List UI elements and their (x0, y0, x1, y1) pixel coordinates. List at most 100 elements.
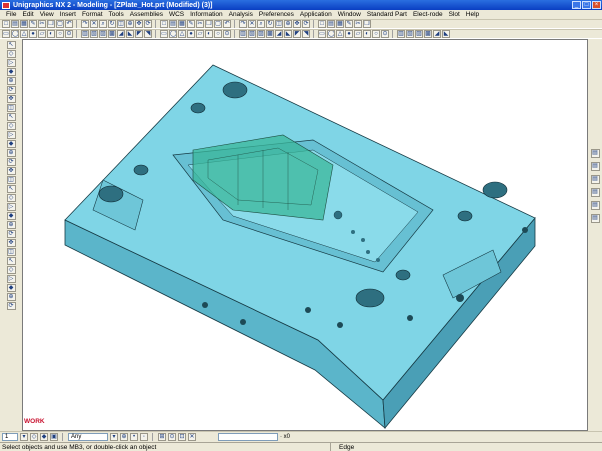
std-zoom-icon[interactable]: ⊕ (126, 20, 134, 28)
menu-item-help[interactable]: Help (463, 11, 482, 18)
left-redo-icon[interactable]: ⊕ (6, 293, 16, 301)
menu-item-tools[interactable]: Tools (106, 11, 127, 18)
menu-item-preferences[interactable]: Preferences (256, 11, 297, 18)
feat-slide-icon[interactable]: ◣ (442, 30, 450, 38)
std-view-icon[interactable]: ✥ (293, 20, 301, 28)
std-cut-icon[interactable]: ✂ (38, 20, 46, 28)
std-redo-icon[interactable]: ↷ (81, 20, 89, 28)
std-rotate-icon[interactable]: ⟳ (144, 20, 152, 28)
feat-boss-icon[interactable]: ⊙ (65, 30, 73, 38)
std-copy-icon[interactable]: ❐ (47, 20, 55, 28)
quick-pick-icon[interactable]: ⊞ (158, 432, 166, 441)
std-new-icon[interactable]: □ (2, 20, 10, 28)
std-shade-icon[interactable]: ↻ (266, 20, 274, 28)
feat-curve-icon[interactable]: ▭ (318, 30, 326, 38)
left-shade-icon[interactable]: ◇ (6, 122, 16, 130)
std-open-icon[interactable]: ▤ (11, 20, 19, 28)
layer-dropdown-icon[interactable]: ▾ (20, 432, 28, 441)
menu-item-application[interactable]: Application (297, 11, 335, 18)
feat-blend-icon[interactable]: ◢ (117, 30, 125, 38)
std-spline-icon[interactable]: ↷ (239, 20, 247, 28)
std-dims-icon[interactable]: ⌕ (257, 20, 265, 28)
std-save-icon[interactable]: ▦ (20, 20, 28, 28)
feat-mesh-icon[interactable]: △ (336, 30, 344, 38)
feat-axis-icon[interactable]: ◣ (284, 30, 292, 38)
left-body-icon[interactable]: ⊕ (6, 149, 16, 157)
feat-ejector-icon[interactable]: ◢ (433, 30, 441, 38)
std-undo-icon[interactable]: ↶ (65, 20, 73, 28)
std-paste-icon[interactable]: ▢ (56, 20, 64, 28)
left-info-icon[interactable]: ◫ (6, 248, 16, 256)
left-view-icon[interactable]: ↖ (6, 113, 16, 121)
layer-field[interactable]: 1 (2, 432, 18, 441)
feat-hole-icon[interactable]: ○ (56, 30, 64, 38)
menu-item-wcs[interactable]: WCS (166, 11, 187, 18)
feat-section-icon[interactable]: ▧ (406, 30, 414, 38)
feat-pattern-icon[interactable]: △ (178, 30, 186, 38)
left-part-icon[interactable]: ⟳ (6, 230, 16, 238)
std-hidden-icon[interactable]: ⊕ (284, 20, 292, 28)
center-icon[interactable]: ⊙ (168, 432, 176, 441)
std-select-icon[interactable]: ▦ (178, 20, 186, 28)
std-wcs-icon[interactable]: ▤ (169, 20, 177, 28)
midpoint-icon[interactable]: ◦ (140, 432, 148, 441)
std-print-icon[interactable]: ✎ (29, 20, 37, 28)
feat-sew-icon[interactable]: ⊙ (223, 30, 231, 38)
std-front-icon[interactable]: □ (318, 20, 326, 28)
feat-scale-icon[interactable]: ▧ (248, 30, 256, 38)
feat-csys-icon[interactable]: ◤ (293, 30, 301, 38)
deselect-icon[interactable]: ◆ (40, 432, 48, 441)
std-help-icon[interactable]: ✂ (354, 20, 362, 28)
left-curve-icon[interactable]: ◫ (6, 176, 16, 184)
feat-split-icon[interactable]: ◯ (169, 30, 177, 38)
feat-point-icon[interactable]: ◥ (302, 30, 310, 38)
std-right-icon[interactable]: ▦ (336, 20, 344, 28)
feat-trim-icon[interactable]: ▭ (160, 30, 168, 38)
menu-item-edit[interactable]: Edit (19, 11, 36, 18)
left-expr-icon[interactable]: ⊕ (6, 221, 16, 229)
close-button[interactable]: × (592, 1, 601, 9)
feat-pocket-icon[interactable]: ▥ (81, 30, 89, 38)
left-select-icon[interactable]: ↖ (6, 41, 16, 49)
feat-explode-icon[interactable]: ▨ (415, 30, 423, 38)
std-fit-icon[interactable]: ◫ (117, 20, 125, 28)
left-zoom-icon[interactable]: ⊕ (6, 77, 16, 85)
resource-roles-icon[interactable]: ▤ (590, 149, 600, 158)
feat-surf-icon[interactable]: ◯ (327, 30, 335, 38)
left-sketch-icon[interactable]: ▷ (6, 203, 16, 211)
maximize-button[interactable]: □ (582, 1, 591, 9)
feat-revolve-icon[interactable]: ◐ (47, 30, 55, 38)
menu-item-file[interactable]: File (3, 11, 19, 18)
std-line-icon[interactable]: ▢ (214, 20, 222, 28)
std-point-icon[interactable]: ❐ (205, 20, 213, 28)
left-datum-icon[interactable]: ◇ (6, 194, 16, 202)
feat-sketch-icon[interactable]: ▨ (257, 30, 265, 38)
menu-item-elect-rode[interactable]: Elect-rode (410, 11, 446, 18)
left-orient-icon[interactable]: ▷ (6, 59, 16, 67)
left-snap-icon[interactable]: ◆ (6, 68, 16, 76)
left-feat-icon[interactable]: ◆ (6, 212, 16, 220)
menu-item-window[interactable]: Window (335, 11, 364, 18)
feat-cone-icon[interactable]: △ (20, 30, 28, 38)
std-find-icon[interactable]: ⌕ (99, 20, 107, 28)
menu-item-standard-part[interactable]: Standard Part (364, 11, 410, 18)
left-point-icon[interactable]: ↖ (6, 185, 16, 193)
coordinate-field[interactable] (218, 432, 278, 441)
filter-dropdown-icon[interactable]: ▾ (110, 432, 118, 441)
feat-slot-icon[interactable]: ▨ (99, 30, 107, 38)
feat-layer-icon[interactable]: ◐ (363, 30, 371, 38)
resource-help-icon[interactable]: ▤ (590, 214, 600, 223)
feat-datum-icon[interactable]: ▩ (266, 30, 274, 38)
menu-item-assemblies[interactable]: Assemblies (127, 11, 166, 18)
feat-block-icon[interactable]: ▭ (2, 30, 10, 38)
feat-render-icon[interactable]: ▱ (354, 30, 362, 38)
feat-intersect-icon[interactable]: ○ (214, 30, 222, 38)
left-color-icon[interactable]: ◇ (6, 266, 16, 274)
menu-item-analysis[interactable]: Analysis (226, 11, 256, 18)
left-undo-icon[interactable]: ◆ (6, 284, 16, 292)
feat-unite-icon[interactable]: ▱ (196, 30, 204, 38)
feat-mirror-icon[interactable]: ● (187, 30, 195, 38)
intersection-icon[interactable]: ✕ (188, 432, 196, 441)
feat-cyl-icon[interactable]: ◯ (11, 30, 19, 38)
menu-item-insert[interactable]: Insert (57, 11, 79, 18)
